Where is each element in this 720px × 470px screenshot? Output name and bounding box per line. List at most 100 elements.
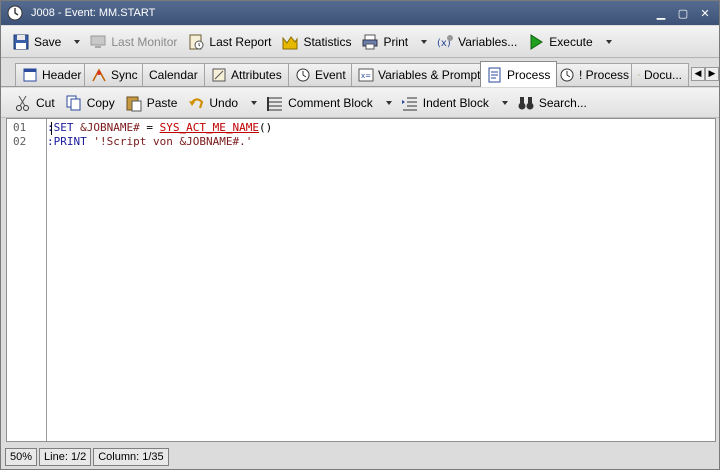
clock-icon bbox=[7, 5, 23, 21]
script-icon bbox=[488, 67, 501, 82]
close-icon[interactable]: ✕ bbox=[697, 5, 713, 21]
cut-button[interactable]: Cut bbox=[11, 92, 58, 114]
tab-calendar-label: Calendar bbox=[149, 68, 198, 82]
text-caret bbox=[51, 122, 52, 135]
column-status: Column: 1/35 bbox=[93, 447, 169, 466]
tab-calendar[interactable]: Calendar bbox=[142, 63, 205, 86]
comment-block-button[interactable]: Comment Block bbox=[263, 92, 376, 114]
indent-block-label: Indent Block bbox=[422, 95, 489, 110]
save-button[interactable]: Save bbox=[9, 31, 64, 53]
undo-icon bbox=[189, 97, 204, 108]
function-token: SYS_ACT_ME_NAME bbox=[159, 121, 259, 134]
last-monitor-label: Last Monitor bbox=[111, 34, 178, 49]
string-token: '!Script von &JOBNAME#.' bbox=[93, 135, 253, 148]
zoom-status: 50% bbox=[5, 447, 38, 466]
variables-icon: (x) bbox=[437, 34, 454, 49]
edit-toolbar: Cut Copy Paste Undo Comment Block Indent… bbox=[1, 88, 719, 118]
chart-icon bbox=[282, 35, 298, 49]
last-monitor-button[interactable]: Last Monitor bbox=[86, 31, 180, 53]
binoculars-icon bbox=[518, 96, 534, 109]
chevron-down-icon[interactable] bbox=[604, 37, 614, 47]
printer-icon bbox=[362, 34, 378, 49]
print-label: Print bbox=[383, 34, 409, 49]
search-button[interactable]: Search... bbox=[514, 92, 590, 114]
print-button[interactable]: Print bbox=[358, 31, 411, 53]
tab-bar: Header Sync Calendar Attributes Event x=… bbox=[1, 59, 719, 87]
statistics-button[interactable]: Statistics bbox=[278, 31, 354, 53]
indent-icon bbox=[401, 97, 417, 110]
tab-process-label: Process bbox=[507, 67, 551, 82]
document-icon bbox=[638, 74, 640, 76]
script-editor[interactable]: 01 02 :SET &JOBNAME# = SYS_ACT_ME_NAME()… bbox=[6, 118, 716, 442]
minimize-icon[interactable]: ▁ bbox=[653, 5, 669, 21]
main-window: J008 - Event: MM.START ▁ ▢ ✕ Save Last M… bbox=[0, 0, 720, 470]
paste-icon bbox=[126, 96, 142, 111]
tab-documentation[interactable]: Docu... bbox=[631, 63, 689, 86]
save-icon bbox=[13, 34, 29, 49]
last-report-label: Last Report bbox=[209, 34, 272, 49]
copy-icon bbox=[66, 95, 81, 110]
svg-text:x=: x= bbox=[361, 72, 371, 80]
title-bar[interactable]: J008 - Event: MM.START ▁ ▢ ✕ bbox=[1, 1, 719, 25]
play-icon bbox=[530, 33, 544, 50]
statistics-label: Statistics bbox=[303, 34, 352, 49]
monitor-icon bbox=[90, 35, 106, 48]
search-label: Search... bbox=[538, 95, 587, 110]
main-toolbar: Save Last Monitor Last Report Statistics bbox=[1, 26, 719, 58]
code-line[interactable]: :SET &JOBNAME# = SYS_ACT_ME_NAME() bbox=[47, 121, 272, 134]
maximize-icon[interactable]: ▢ bbox=[675, 5, 691, 21]
comment-block-label: Comment Block bbox=[288, 95, 373, 110]
operator-token: = bbox=[139, 121, 160, 134]
window-title: J008 - Event: MM.START bbox=[31, 7, 156, 19]
paste-button[interactable]: Paste bbox=[122, 92, 181, 114]
tab-header-label: Header bbox=[42, 68, 82, 82]
tab-event-label: Event bbox=[315, 68, 346, 82]
tab-scroll-right-icon[interactable]: ▶ bbox=[705, 67, 719, 81]
tab-scroll-left-icon[interactable]: ◀ bbox=[691, 67, 705, 81]
tab-documentation-label: Docu... bbox=[643, 68, 682, 82]
chevron-down-icon[interactable] bbox=[72, 37, 82, 47]
line-status: Line: 1/2 bbox=[39, 447, 92, 466]
comment-block-icon bbox=[267, 96, 283, 111]
paren-token: () bbox=[258, 121, 273, 134]
variables-button[interactable]: (x) Variables... bbox=[433, 31, 520, 53]
execute-button[interactable]: Execute bbox=[524, 31, 595, 53]
attributes-icon bbox=[212, 68, 226, 82]
chevron-down-icon[interactable] bbox=[419, 37, 429, 47]
status-bar: 50% Line: 1/2 Column: 1/35 bbox=[1, 444, 719, 469]
code-line[interactable]: :PRINT '!Script von &JOBNAME#.' bbox=[47, 135, 252, 148]
tab-variables-prompts-label: Variables & Prompts bbox=[378, 68, 487, 82]
line-number-gutter: 01 02 bbox=[7, 119, 47, 441]
tab-event[interactable]: Event bbox=[288, 63, 353, 86]
save-label: Save bbox=[34, 34, 62, 49]
copy-label: Copy bbox=[86, 95, 115, 110]
variables-label: Variables... bbox=[458, 34, 518, 49]
tab-process[interactable]: Process bbox=[480, 61, 558, 87]
clock-icon bbox=[296, 68, 310, 82]
tab-attributes[interactable]: Attributes bbox=[204, 63, 289, 86]
tab-sync[interactable]: Sync bbox=[84, 63, 145, 86]
tab-header[interactable]: Header bbox=[15, 63, 89, 86]
clock-icon bbox=[560, 68, 574, 82]
chevron-down-icon[interactable] bbox=[384, 98, 394, 108]
tab-post-process[interactable]: ! Process bbox=[552, 63, 637, 86]
chevron-down-icon[interactable] bbox=[249, 98, 259, 108]
tab-variables-prompts[interactable]: x= Variables & Prompts bbox=[351, 63, 494, 86]
tab-post-process-label: ! Process bbox=[579, 68, 630, 82]
tab-attributes-label: Attributes bbox=[231, 68, 282, 82]
last-report-button[interactable]: Last Report bbox=[184, 31, 274, 53]
sync-icon bbox=[92, 68, 106, 82]
scissors-icon bbox=[16, 95, 29, 111]
report-icon bbox=[189, 34, 204, 49]
header-icon bbox=[23, 68, 37, 82]
variables-icon: x= bbox=[358, 68, 374, 82]
cut-label: Cut bbox=[36, 95, 55, 110]
variable-token: &JOBNAME# bbox=[80, 121, 140, 134]
copy-button[interactable]: Copy bbox=[62, 92, 118, 114]
tab-sync-label: Sync bbox=[111, 68, 138, 82]
paste-label: Paste bbox=[146, 95, 178, 110]
indent-block-button[interactable]: Indent Block bbox=[398, 92, 492, 114]
undo-button[interactable]: Undo bbox=[184, 92, 241, 114]
line-number: 02 bbox=[13, 135, 27, 148]
chevron-down-icon[interactable] bbox=[500, 98, 510, 108]
